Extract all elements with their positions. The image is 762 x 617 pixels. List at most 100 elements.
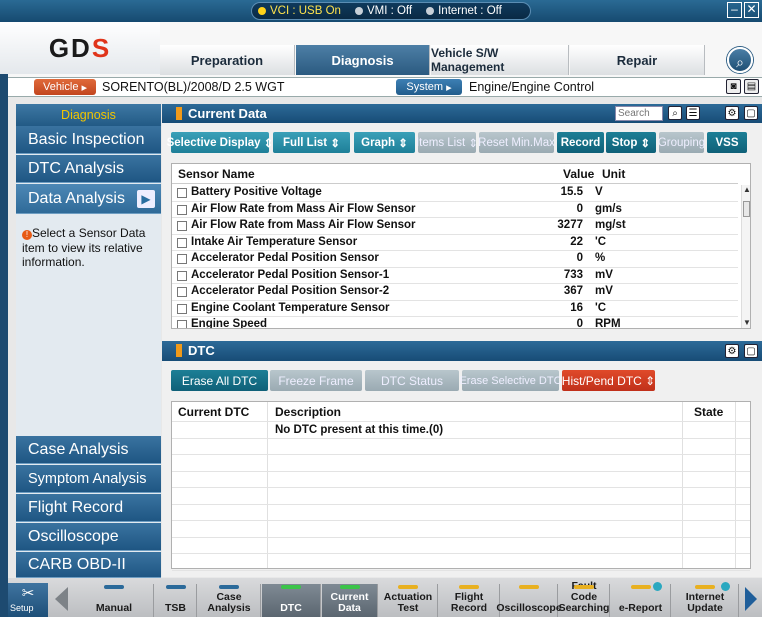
- list-icon[interactable]: ☰: [686, 106, 700, 120]
- graph-button[interactable]: Graph ⇕: [354, 132, 415, 153]
- tab-diagnosis[interactable]: Diagnosis: [296, 45, 430, 75]
- column-header-state[interactable]: State: [694, 402, 723, 422]
- button-label: Freeze Frame: [278, 373, 354, 388]
- system-button[interactable]: System ▸: [396, 79, 462, 95]
- indicator-icon: [165, 585, 186, 589]
- vehicle-button[interactable]: Vehicle ▸: [34, 79, 96, 95]
- scroll-down-icon[interactable]: ▼: [743, 318, 750, 327]
- column-header-current-dtc[interactable]: Current DTC: [178, 402, 249, 422]
- scroll-up-icon[interactable]: ▲: [743, 185, 750, 194]
- items-list-button[interactable]: Items List ⇕: [416, 132, 478, 153]
- row-checkbox[interactable]: [177, 303, 187, 314]
- footer-button-flight-record[interactable]: Flight Record: [439, 584, 500, 617]
- button-label: Graph: [361, 136, 396, 149]
- sidebar-item-dtc-analysis[interactable]: DTC Analysis: [16, 155, 161, 183]
- chevron-left-icon[interactable]: [52, 585, 72, 613]
- sidebar-item-case-analysis[interactable]: Case Analysis: [16, 436, 161, 464]
- tab-preparation[interactable]: Preparation: [160, 45, 295, 75]
- footer-button-actuation-test[interactable]: Actuation Test: [379, 584, 438, 617]
- dtc-table: Current DTC Description State No DTC pre…: [171, 401, 751, 571]
- reset-min-max-button[interactable]: Reset Min.Max: [478, 132, 555, 153]
- full-list-button[interactable]: Full List ⇕: [273, 132, 350, 153]
- footer-button-manual[interactable]: Manual: [75, 584, 154, 617]
- tab-vehicle-sw-management[interactable]: Vehicle S/W Management: [431, 45, 569, 75]
- find-icon[interactable]: ⌕: [668, 106, 682, 120]
- column-header-description[interactable]: Description: [275, 402, 341, 422]
- table-row[interactable]: Engine Coolant Temperature Sensor 16 'C: [172, 301, 738, 317]
- stop-button[interactable]: Stop ⇕: [606, 132, 656, 153]
- search-icon[interactable]: ⌕: [727, 47, 753, 73]
- panel-marker: [176, 107, 182, 120]
- selective-display-button[interactable]: Selective Display ⇕: [167, 132, 273, 153]
- column-header-value[interactable]: Value: [563, 164, 594, 184]
- table-row[interactable]: Engine Speed 0 RPM: [172, 317, 738, 328]
- row-checkbox[interactable]: [177, 287, 187, 297]
- sidebar-item-oscilloscope[interactable]: Oscilloscope: [16, 523, 161, 551]
- table-row-line: [172, 454, 750, 455]
- vmi-status: VMI : Off: [366, 5, 413, 17]
- tab-repair[interactable]: Repair: [570, 45, 705, 75]
- maximize-icon[interactable]: ▢: [744, 344, 758, 358]
- table-row[interactable]: Accelerator Pedal Position Sensor-1 733 mV: [172, 268, 738, 284]
- row-checkbox[interactable]: [177, 221, 187, 231]
- footer-button-dtc[interactable]: DTC: [262, 584, 321, 617]
- footer-button-fault-code-searching[interactable]: Fault Code Searching: [559, 581, 610, 617]
- minimize-button[interactable]: –: [727, 2, 742, 18]
- settings-icon[interactable]: ⚙: [725, 106, 739, 120]
- dtc-empty-message: No DTC present at this time.(0): [275, 424, 444, 436]
- footer-button-current-data[interactable]: Current Data: [322, 584, 378, 617]
- record-button[interactable]: Record: [557, 132, 604, 153]
- scroll-thumb[interactable]: [743, 201, 750, 217]
- row-checkbox[interactable]: [177, 188, 187, 198]
- grouping-button[interactable]: Grouping: [658, 132, 705, 153]
- erase-all-dtc-button[interactable]: Erase All DTC: [171, 370, 268, 391]
- table-row[interactable]: Air Flow Rate from Mass Air Flow Sensor 0…: [172, 202, 738, 218]
- vss-button[interactable]: VSS: [707, 132, 747, 153]
- footer-button-case-analysis[interactable]: Case Analysis: [198, 584, 261, 617]
- erase-selective-dtc-button[interactable]: Erase Selective DTC: [459, 370, 562, 391]
- sidebar-item-symptom-analysis[interactable]: Symptom Analysis: [16, 465, 161, 493]
- indicator-icon: [695, 585, 715, 589]
- table-row[interactable]: Battery Positive Voltage 15.5 V: [172, 185, 738, 202]
- setup-button[interactable]: ✂ Setup: [8, 583, 48, 617]
- chevron-right-icon[interactable]: [742, 585, 760, 613]
- camera-icon[interactable]: ◙: [726, 79, 741, 94]
- table-row[interactable]: Intake Air Temperature Sensor 22 'C: [172, 235, 738, 251]
- table-row[interactable]: Accelerator Pedal Position Sensor 0%: [172, 251, 738, 268]
- indicator-icon: [398, 585, 418, 589]
- column-header-sensor-name[interactable]: Sensor Name: [178, 164, 255, 184]
- settings-icon[interactable]: ⚙: [725, 344, 739, 358]
- freeze-frame-button[interactable]: Freeze Frame: [270, 370, 362, 391]
- footer-button-internet-update[interactable]: Internet Update: [672, 582, 739, 617]
- row-checkbox[interactable]: [177, 320, 187, 328]
- footer-button-oscilloscope[interactable]: Oscilloscope: [496, 584, 562, 617]
- row-checkbox[interactable]: [177, 270, 187, 281]
- sidebar-item-flight-record[interactable]: Flight Record: [16, 494, 161, 522]
- footer-button-tsb[interactable]: TSB: [155, 584, 197, 617]
- footer-button-e-report[interactable]: e-Report: [611, 582, 671, 617]
- close-button[interactable]: ✕: [744, 2, 759, 18]
- vci-status-icon: [258, 7, 266, 15]
- sensor-name: Intake Air Temperature Sensor: [191, 235, 358, 248]
- logo: GDS: [0, 22, 160, 74]
- footer-button-label: DTC: [280, 602, 302, 614]
- table-row[interactable]: Air Flow Rate from Mass Air Flow Sensor 3…: [172, 218, 738, 235]
- dtc-status-button[interactable]: DTC Status: [365, 370, 459, 391]
- search-input[interactable]: [615, 106, 663, 121]
- button-label: VSS: [715, 136, 739, 149]
- scrollbar[interactable]: ▲ ▼: [741, 185, 750, 328]
- sensor-unit: 'C: [595, 301, 607, 314]
- table-row[interactable]: Accelerator Pedal Position Sensor-2 367 mV: [172, 284, 738, 301]
- hist-pend-dtc-button[interactable]: Hist/Pend DTC ⇕: [562, 370, 655, 391]
- row-checkbox[interactable]: [177, 237, 187, 248]
- report-icon[interactable]: ▤: [744, 79, 759, 94]
- row-checkbox[interactable]: [177, 204, 187, 215]
- sidebar-item-basic-inspection[interactable]: Basic Inspection: [16, 126, 161, 154]
- button-label: Erase All DTC: [181, 373, 258, 388]
- maximize-icon[interactable]: ▢: [744, 106, 758, 120]
- row-checkbox[interactable]: [177, 254, 187, 264]
- table-row-line: [172, 536, 750, 538]
- sidebar-item-carb-obd-ii[interactable]: CARB OBD-II: [16, 552, 161, 578]
- vehicle-button-label: Vehicle: [42, 81, 79, 93]
- column-header-unit[interactable]: Unit: [602, 164, 625, 184]
